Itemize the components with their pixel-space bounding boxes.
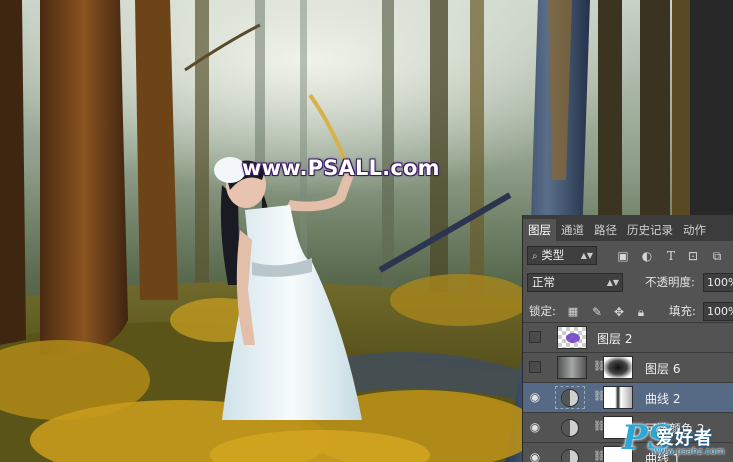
lock-label: 锁定: bbox=[529, 304, 556, 318]
curves-adjustment-icon bbox=[561, 389, 579, 407]
chevron-updown-icon: ▲▼ bbox=[580, 251, 593, 260]
curves-adjustment-icon bbox=[561, 449, 579, 462]
fill-label: 填充: bbox=[669, 304, 696, 318]
lock-all-icon[interactable]: 🔒︎ bbox=[633, 304, 649, 320]
blend-row: 正常 ▲▼ 不透明度: 100% bbox=[523, 272, 733, 294]
layer-name: 图层 6 bbox=[645, 362, 681, 376]
tab-layers[interactable]: 图层 bbox=[523, 219, 556, 241]
eye-icon[interactable]: ◉ bbox=[527, 450, 543, 462]
site-logo: PS 爱好者 www.psahz.com bbox=[622, 418, 733, 462]
panel-tab-bar: 图层 通道 路径 历史记录 动作 bbox=[523, 215, 733, 241]
site-watermark: www.PSALL.com bbox=[242, 156, 440, 180]
eye-icon[interactable]: ◉ bbox=[527, 420, 543, 434]
visibility-toggle-off[interactable] bbox=[529, 361, 541, 373]
type-filter-icon[interactable]: T bbox=[663, 248, 679, 264]
filter-kind-select[interactable]: ⌕ 类型 ▲▼ bbox=[527, 246, 597, 265]
layer-row[interactable]: ⛓︎ 图层 6 bbox=[523, 352, 733, 382]
logo-url: www.psahz.com bbox=[652, 447, 725, 457]
tab-history[interactable]: 历史记录 bbox=[622, 219, 678, 241]
visibility-toggle-off[interactable] bbox=[529, 331, 541, 343]
lock-position-icon[interactable]: ✥ bbox=[611, 304, 627, 320]
layer-name: 曲线 2 bbox=[645, 392, 681, 406]
opacity-label: 不透明度: bbox=[645, 275, 695, 289]
layer-thumbnail bbox=[557, 326, 587, 349]
layer-name: 图层 2 bbox=[597, 332, 633, 346]
workspace-background bbox=[690, 0, 733, 215]
lock-transparent-icon[interactable]: ▦ bbox=[565, 304, 581, 320]
chevron-updown-icon: ▲▼ bbox=[606, 278, 619, 287]
layer-filter-row: ⌕ 类型 ▲▼ ▣ ◐ T ⊡ ⧉ bbox=[523, 245, 733, 267]
eye-icon[interactable]: ◉ bbox=[527, 390, 543, 404]
tab-channels[interactable]: 通道 bbox=[556, 219, 589, 241]
filter-kind-label: 类型 bbox=[541, 248, 565, 262]
opacity-input[interactable]: 100% bbox=[703, 273, 733, 292]
fill-input[interactable]: 100% bbox=[703, 302, 733, 321]
layer-mask-thumbnail[interactable] bbox=[603, 386, 633, 409]
lock-row: 锁定: ▦ ✎ ✥ 🔒︎ 填充: 100% bbox=[523, 301, 733, 323]
image-filter-icon[interactable]: ▣ bbox=[615, 248, 631, 264]
search-icon: ⌕ bbox=[532, 251, 538, 262]
blend-mode-label: 正常 bbox=[532, 275, 555, 289]
adjustment-filter-icon[interactable]: ◐ bbox=[639, 248, 655, 264]
lock-paint-icon[interactable]: ✎ bbox=[589, 304, 605, 320]
layer-mask-thumbnail[interactable] bbox=[603, 356, 633, 379]
tab-actions[interactable]: 动作 bbox=[678, 219, 711, 241]
smart-object-filter-icon[interactable]: ⧉ bbox=[709, 248, 725, 264]
tab-paths[interactable]: 路径 bbox=[589, 219, 622, 241]
layer-row-selected[interactable]: ◉ ⛓︎ 曲线 2 bbox=[523, 382, 733, 412]
blend-mode-select[interactable]: 正常 ▲▼ bbox=[527, 273, 623, 292]
selective-color-adjustment-icon bbox=[561, 419, 579, 437]
layer-row[interactable]: 图层 2 bbox=[523, 322, 733, 352]
layer-thumbnail bbox=[557, 356, 587, 379]
shape-filter-icon[interactable]: ⊡ bbox=[685, 248, 701, 264]
